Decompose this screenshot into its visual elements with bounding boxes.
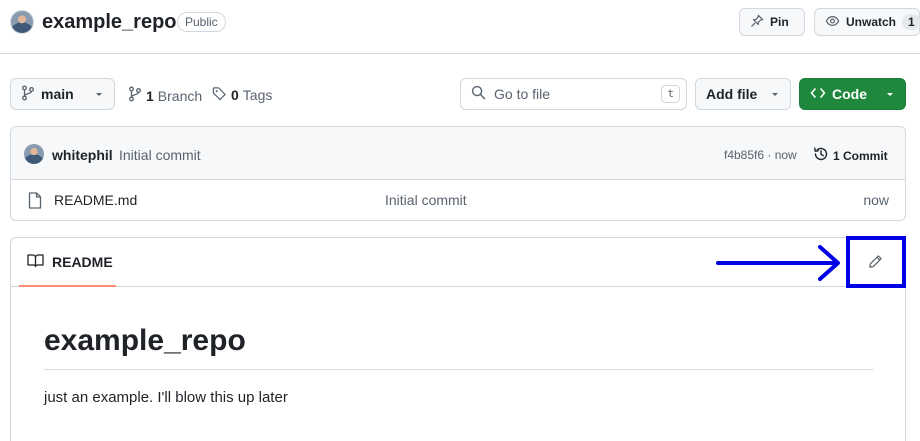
owner-avatar[interactable]: [10, 10, 34, 34]
tab-readme[interactable]: README: [19, 238, 116, 287]
branches-link[interactable]: 1 Branch: [128, 86, 202, 105]
add-file-button[interactable]: Add file: [695, 78, 791, 110]
code-icon: [810, 86, 826, 103]
search-placeholder: Go to file: [494, 86, 551, 102]
chevron-down-icon: [885, 86, 895, 102]
file-commit-message[interactable]: Initial commit: [385, 192, 467, 208]
git-branch-icon: [21, 85, 35, 104]
code-label: Code: [832, 86, 867, 102]
branch-count: 1: [146, 87, 154, 104]
pin-icon: [750, 14, 764, 31]
eye-icon: [825, 14, 840, 31]
watch-label: Unwatch: [846, 15, 897, 29]
add-file-label: Add file: [706, 86, 758, 102]
readme-body-text: just an example. I'll blow this up later: [44, 389, 288, 406]
search-icon: [471, 85, 486, 103]
commit-sha-time[interactable]: f4b85f6 · now: [724, 148, 797, 162]
heading-divider: [44, 369, 874, 370]
chevron-down-icon: [94, 86, 104, 102]
keyboard-shortcut-hint: t: [661, 85, 680, 103]
tag-text: Tags: [242, 87, 273, 103]
file-browser: whitephil Initial commit f4b85f6 · now 1…: [10, 126, 906, 221]
table-row[interactable]: README.md Initial commit now: [11, 180, 905, 220]
repo-header: example_repo Public Pin Unwatch 1: [0, 0, 920, 54]
tag-count: 0: [231, 87, 239, 103]
commit-count-label: 1 Commit: [833, 148, 888, 163]
code-button[interactable]: Code: [799, 78, 906, 110]
branch-selector[interactable]: main: [10, 78, 115, 110]
pin-label: Pin: [770, 15, 789, 29]
commit-history-link[interactable]: 1 Commit: [813, 146, 888, 165]
annotation-arrow: [716, 245, 840, 281]
chevron-down-icon: [770, 86, 780, 102]
git-branch-icon: [128, 86, 142, 105]
commit-message[interactable]: Initial commit: [119, 147, 201, 163]
repo-name[interactable]: example_repo: [42, 11, 177, 34]
visibility-badge: Public: [177, 12, 226, 32]
author-avatar[interactable]: [24, 144, 44, 164]
readme-tab-label: README: [52, 253, 113, 270]
book-icon: [27, 253, 44, 271]
readme-heading: example_repo: [44, 324, 246, 357]
file-commit-time: now: [863, 192, 889, 208]
latest-commit-bar: whitephil Initial commit f4b85f6 · now 1…: [11, 127, 905, 180]
file-name[interactable]: README.md: [54, 192, 137, 208]
file-icon: [28, 192, 42, 212]
tags-link[interactable]: 0 Tags: [212, 86, 272, 104]
watch-count: 1: [902, 14, 920, 30]
history-icon: [813, 146, 829, 165]
watch-button[interactable]: Unwatch 1: [814, 8, 920, 36]
branch-name: main: [41, 86, 74, 102]
commit-author[interactable]: whitephil: [52, 147, 113, 163]
go-to-file-input[interactable]: Go to file t: [460, 78, 687, 110]
pin-button[interactable]: Pin: [739, 8, 805, 36]
tag-icon: [212, 86, 227, 104]
annotation-highlight-box: [846, 236, 906, 288]
branch-text: Branch: [157, 87, 203, 104]
